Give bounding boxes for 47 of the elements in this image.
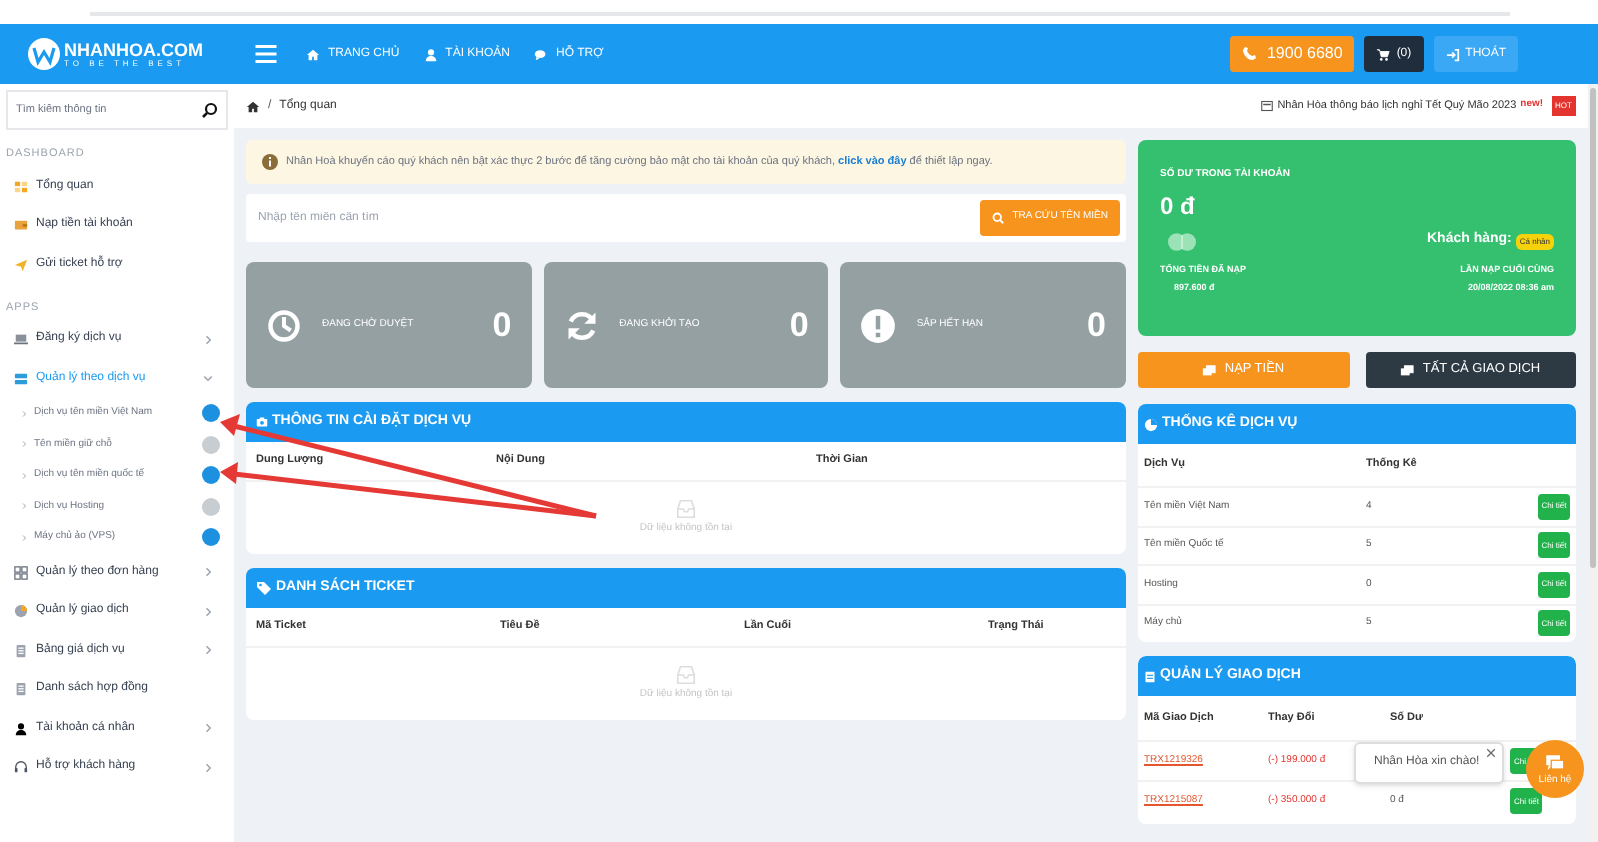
balance-amount: 0 đ	[1160, 189, 1197, 223]
cart-icon	[1376, 47, 1391, 61]
stat-value: 0	[1087, 303, 1107, 348]
close-icon[interactable]	[1486, 748, 1496, 758]
pie-chart-icon	[14, 604, 28, 619]
tag-icon	[256, 580, 272, 596]
document-icon	[1144, 669, 1156, 683]
grid-icon	[14, 565, 28, 580]
pie-chart-icon	[1144, 417, 1158, 431]
dashboard-icon	[14, 179, 28, 193]
chat-icon	[534, 47, 549, 61]
wallet-icon	[14, 218, 28, 232]
chevron-icon	[202, 761, 214, 774]
info-icon	[262, 154, 278, 170]
empty-inbox-icon	[672, 498, 700, 521]
refresh-icon	[563, 307, 600, 343]
camera-icon	[256, 416, 268, 428]
chevron-icon	[202, 605, 214, 618]
chevron-icon	[202, 722, 214, 735]
search-icon	[202, 102, 218, 118]
paper-plane-icon	[14, 257, 28, 271]
user-icon	[14, 721, 28, 736]
chevron-icon	[202, 644, 214, 657]
chevron-icon	[202, 333, 214, 346]
headset-icon	[14, 760, 28, 775]
menu-icon	[254, 42, 278, 66]
history-icon	[266, 307, 302, 343]
logout-icon	[1445, 47, 1460, 61]
document-icon	[14, 643, 28, 658]
exclamation-icon	[860, 307, 897, 343]
chevron-icon	[202, 372, 214, 385]
newspaper-icon	[1259, 100, 1274, 112]
phone-icon	[1242, 46, 1259, 62]
home-icon	[246, 99, 260, 113]
search-icon	[992, 212, 1005, 224]
user-icon	[423, 47, 438, 61]
logo-icon	[28, 38, 60, 70]
logo-text: NHANHOA.COM	[64, 41, 203, 59]
chevron-icon	[202, 566, 214, 579]
server-icon	[14, 371, 28, 386]
home-icon	[306, 47, 320, 61]
laptop-icon	[14, 332, 28, 347]
empty-inbox-icon	[672, 664, 700, 687]
chat-icon	[1544, 753, 1566, 773]
stat-value: 0	[789, 303, 809, 348]
stat-value: 0	[492, 303, 512, 348]
document-icon	[14, 682, 28, 697]
